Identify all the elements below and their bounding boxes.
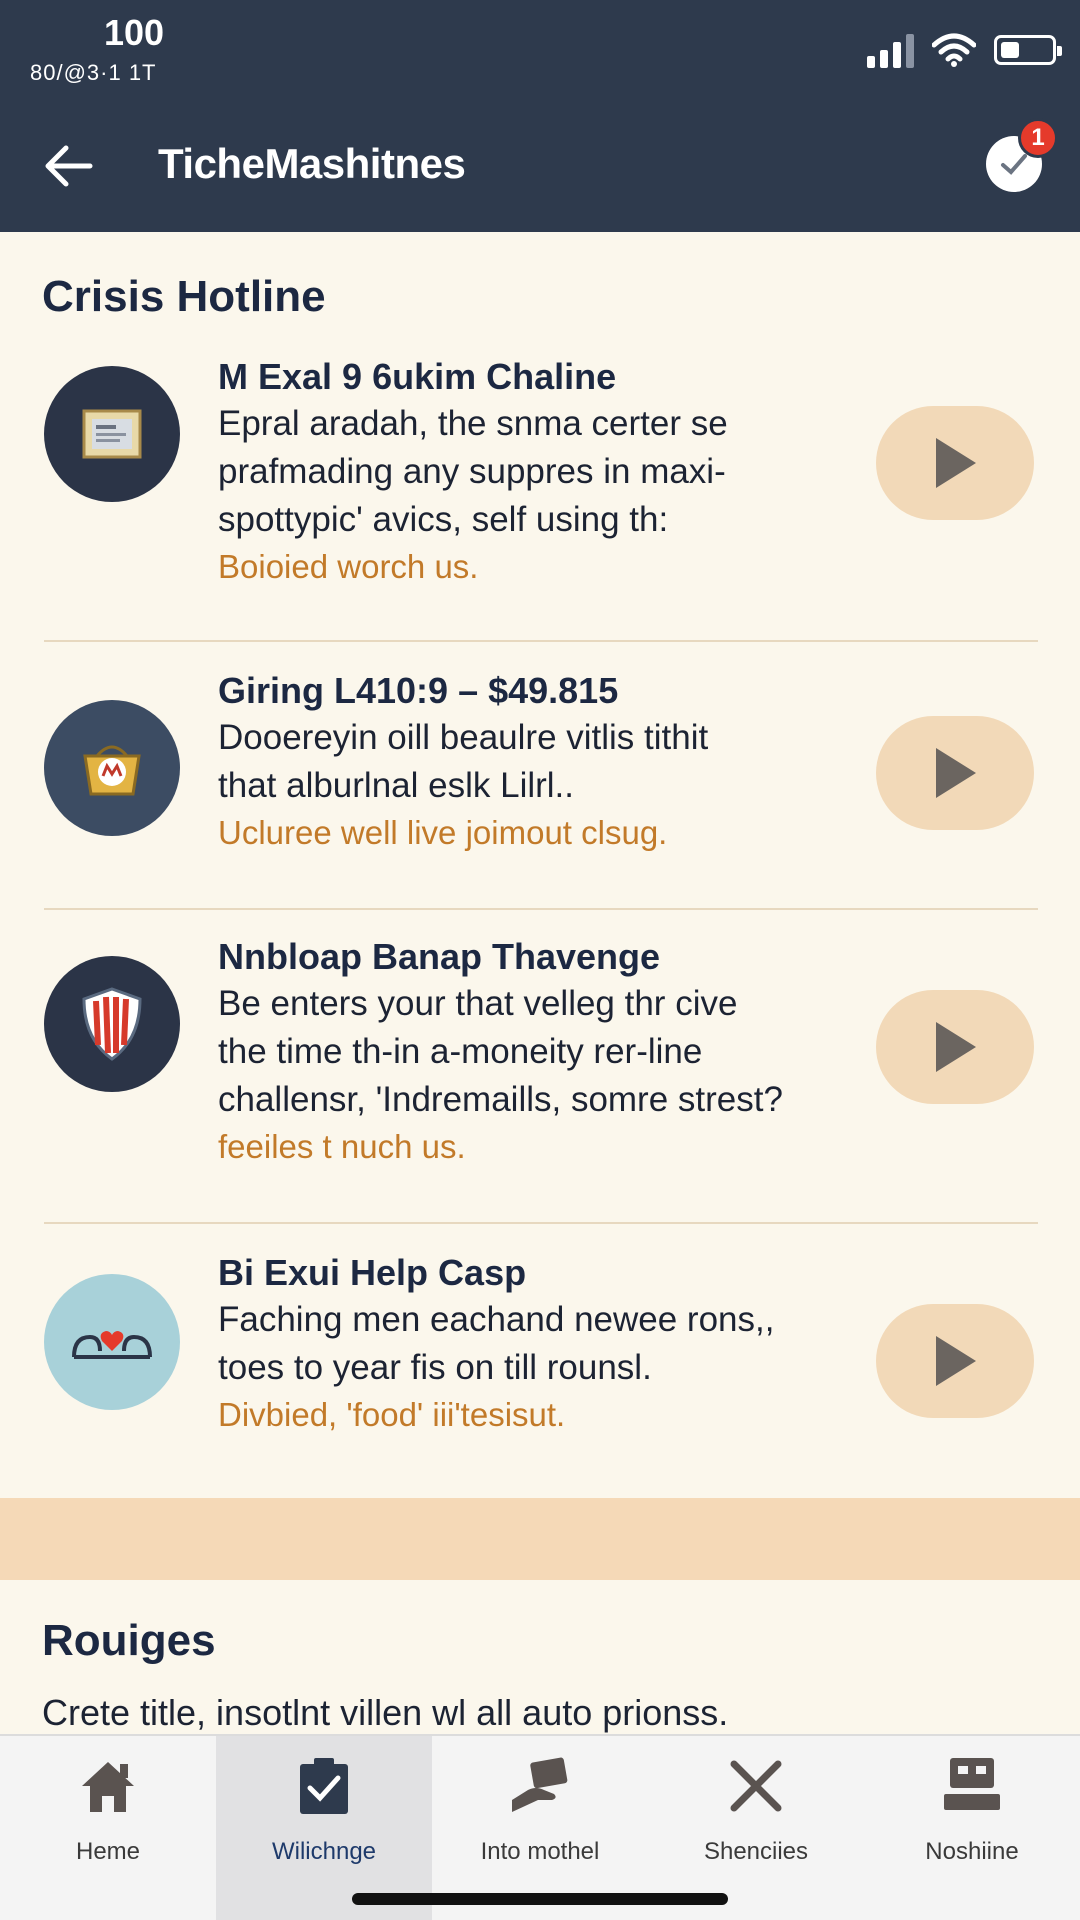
nav-label: Wilichnge bbox=[271, 1838, 377, 1865]
item-text: Bi Exui Help Casp Faching men eachand ne… bbox=[218, 1250, 898, 1438]
item-desc-line: the time th-in a-moneity rer-line bbox=[218, 1032, 703, 1071]
nav-label: Heme bbox=[75, 1838, 141, 1865]
item-title: Giring L410:9 – $49.815 bbox=[218, 670, 619, 711]
hotline-item[interactable]: Nnbloap Banap Thavenge Be enters your th… bbox=[44, 910, 1038, 1224]
clipboard-check-icon bbox=[300, 1758, 348, 1814]
battery-icon bbox=[994, 35, 1062, 65]
item-icon-circle bbox=[44, 366, 180, 502]
resources-text: Crete title, insotlnt villen wl all auto… bbox=[42, 1692, 729, 1733]
status-bar-left: 100 80/@3·1 1T bbox=[30, 12, 164, 86]
nav-label: Noshiine bbox=[925, 1838, 1019, 1865]
item-title: Bi Exui Help Casp bbox=[218, 1252, 527, 1293]
play-button[interactable] bbox=[876, 716, 1034, 830]
item-note: feeiles t nuch us. bbox=[218, 1128, 466, 1165]
play-button[interactable] bbox=[876, 406, 1034, 520]
hotline-list: M Exal 9 6ukim Chaline Epral aradah, the… bbox=[44, 330, 1038, 1498]
status-date: 80/@3·1 1T bbox=[30, 60, 157, 85]
play-icon bbox=[936, 1022, 976, 1072]
item-desc-line: that alburlnal eslk Lilrl.. bbox=[218, 766, 574, 805]
item-title: M Exal 9 6ukim Chaline bbox=[218, 356, 617, 397]
nav-label: Into mothel bbox=[480, 1838, 600, 1865]
basket-icon bbox=[83, 745, 141, 796]
home-indicator bbox=[352, 1893, 728, 1905]
hotline-item[interactable]: Giring L410:9 – $49.815 Dooereyin oill b… bbox=[44, 642, 1038, 910]
item-desc-line: Dooereyin oill beaulre vitlis tithit bbox=[218, 718, 709, 757]
section-title-resources: Rouiges bbox=[42, 1616, 216, 1665]
nav-item-noshiine[interactable]: Noshiine bbox=[864, 1736, 1080, 1920]
item-desc-line: Be enters your that velleg thr cive bbox=[218, 984, 738, 1023]
heart-hands-icon bbox=[72, 1331, 152, 1359]
item-note: Ucluree well live joimout clsug. bbox=[218, 814, 668, 851]
item-desc-line: Epral aradah, the snma certer se bbox=[218, 404, 728, 443]
status-time: 100 bbox=[104, 12, 165, 53]
shield-icon bbox=[82, 987, 142, 1061]
item-desc-line: prafmading any suppres in maxi- bbox=[218, 452, 726, 491]
hand-card-icon bbox=[512, 1757, 568, 1812]
notification-badge: 1 bbox=[1018, 118, 1058, 158]
item-note: Divbied, 'food' iii'tesisut. bbox=[218, 1396, 566, 1433]
nav-row: TicheMashitnes 1 bbox=[0, 118, 1080, 210]
play-icon bbox=[936, 748, 976, 798]
item-note: Boioied worch us. bbox=[218, 548, 479, 585]
play-button[interactable] bbox=[876, 1304, 1034, 1418]
section-divider-band bbox=[0, 1498, 1080, 1580]
item-desc-line: Faching men eachand newee rons,, bbox=[218, 1300, 775, 1339]
certificate-icon bbox=[82, 409, 142, 459]
hotline-item[interactable]: Bi Exui Help Casp Faching men eachand ne… bbox=[44, 1224, 1038, 1498]
hotline-item[interactable]: M Exal 9 6ukim Chaline Epral aradah, the… bbox=[44, 330, 1038, 642]
play-icon bbox=[936, 438, 976, 488]
item-text: M Exal 9 6ukim Chaline Epral aradah, the… bbox=[218, 354, 898, 590]
battery-level bbox=[1001, 42, 1019, 58]
play-icon bbox=[936, 1336, 976, 1386]
notification-button[interactable]: 1 bbox=[986, 118, 1058, 192]
item-icon-circle bbox=[44, 700, 180, 836]
item-desc-line: toes to year fis on till rounsl. bbox=[218, 1348, 652, 1387]
item-text: Nnbloap Banap Thavenge Be enters your th… bbox=[218, 934, 898, 1170]
device-icon bbox=[944, 1758, 1000, 1810]
close-x-icon bbox=[730, 1760, 782, 1812]
item-icon-circle bbox=[44, 1274, 180, 1410]
item-title: Nnbloap Banap Thavenge bbox=[218, 936, 661, 977]
home-icon bbox=[82, 1762, 134, 1812]
item-icon-circle bbox=[44, 956, 180, 1092]
app-header: 100 80/@3·1 1T TicheMashitnes 1 bbox=[0, 0, 1080, 232]
back-arrow-icon[interactable] bbox=[40, 138, 96, 194]
item-desc-line: challensr, 'Indremaills, somre strest? bbox=[218, 1080, 783, 1119]
section-title-crisis: Crisis Hotline bbox=[42, 272, 326, 321]
wifi-icon bbox=[932, 33, 976, 67]
nav-label: Shenciies bbox=[703, 1838, 809, 1865]
nav-item-home[interactable]: Heme bbox=[0, 1736, 216, 1920]
status-bar-right bbox=[867, 32, 1062, 68]
app-title: TicheMashitnes bbox=[158, 140, 466, 187]
signal-icon bbox=[867, 32, 914, 68]
play-button[interactable] bbox=[876, 990, 1034, 1104]
item-text: Giring L410:9 – $49.815 Dooereyin oill b… bbox=[218, 668, 898, 856]
item-desc-line: spottypic' avics, self using th: bbox=[218, 500, 669, 539]
